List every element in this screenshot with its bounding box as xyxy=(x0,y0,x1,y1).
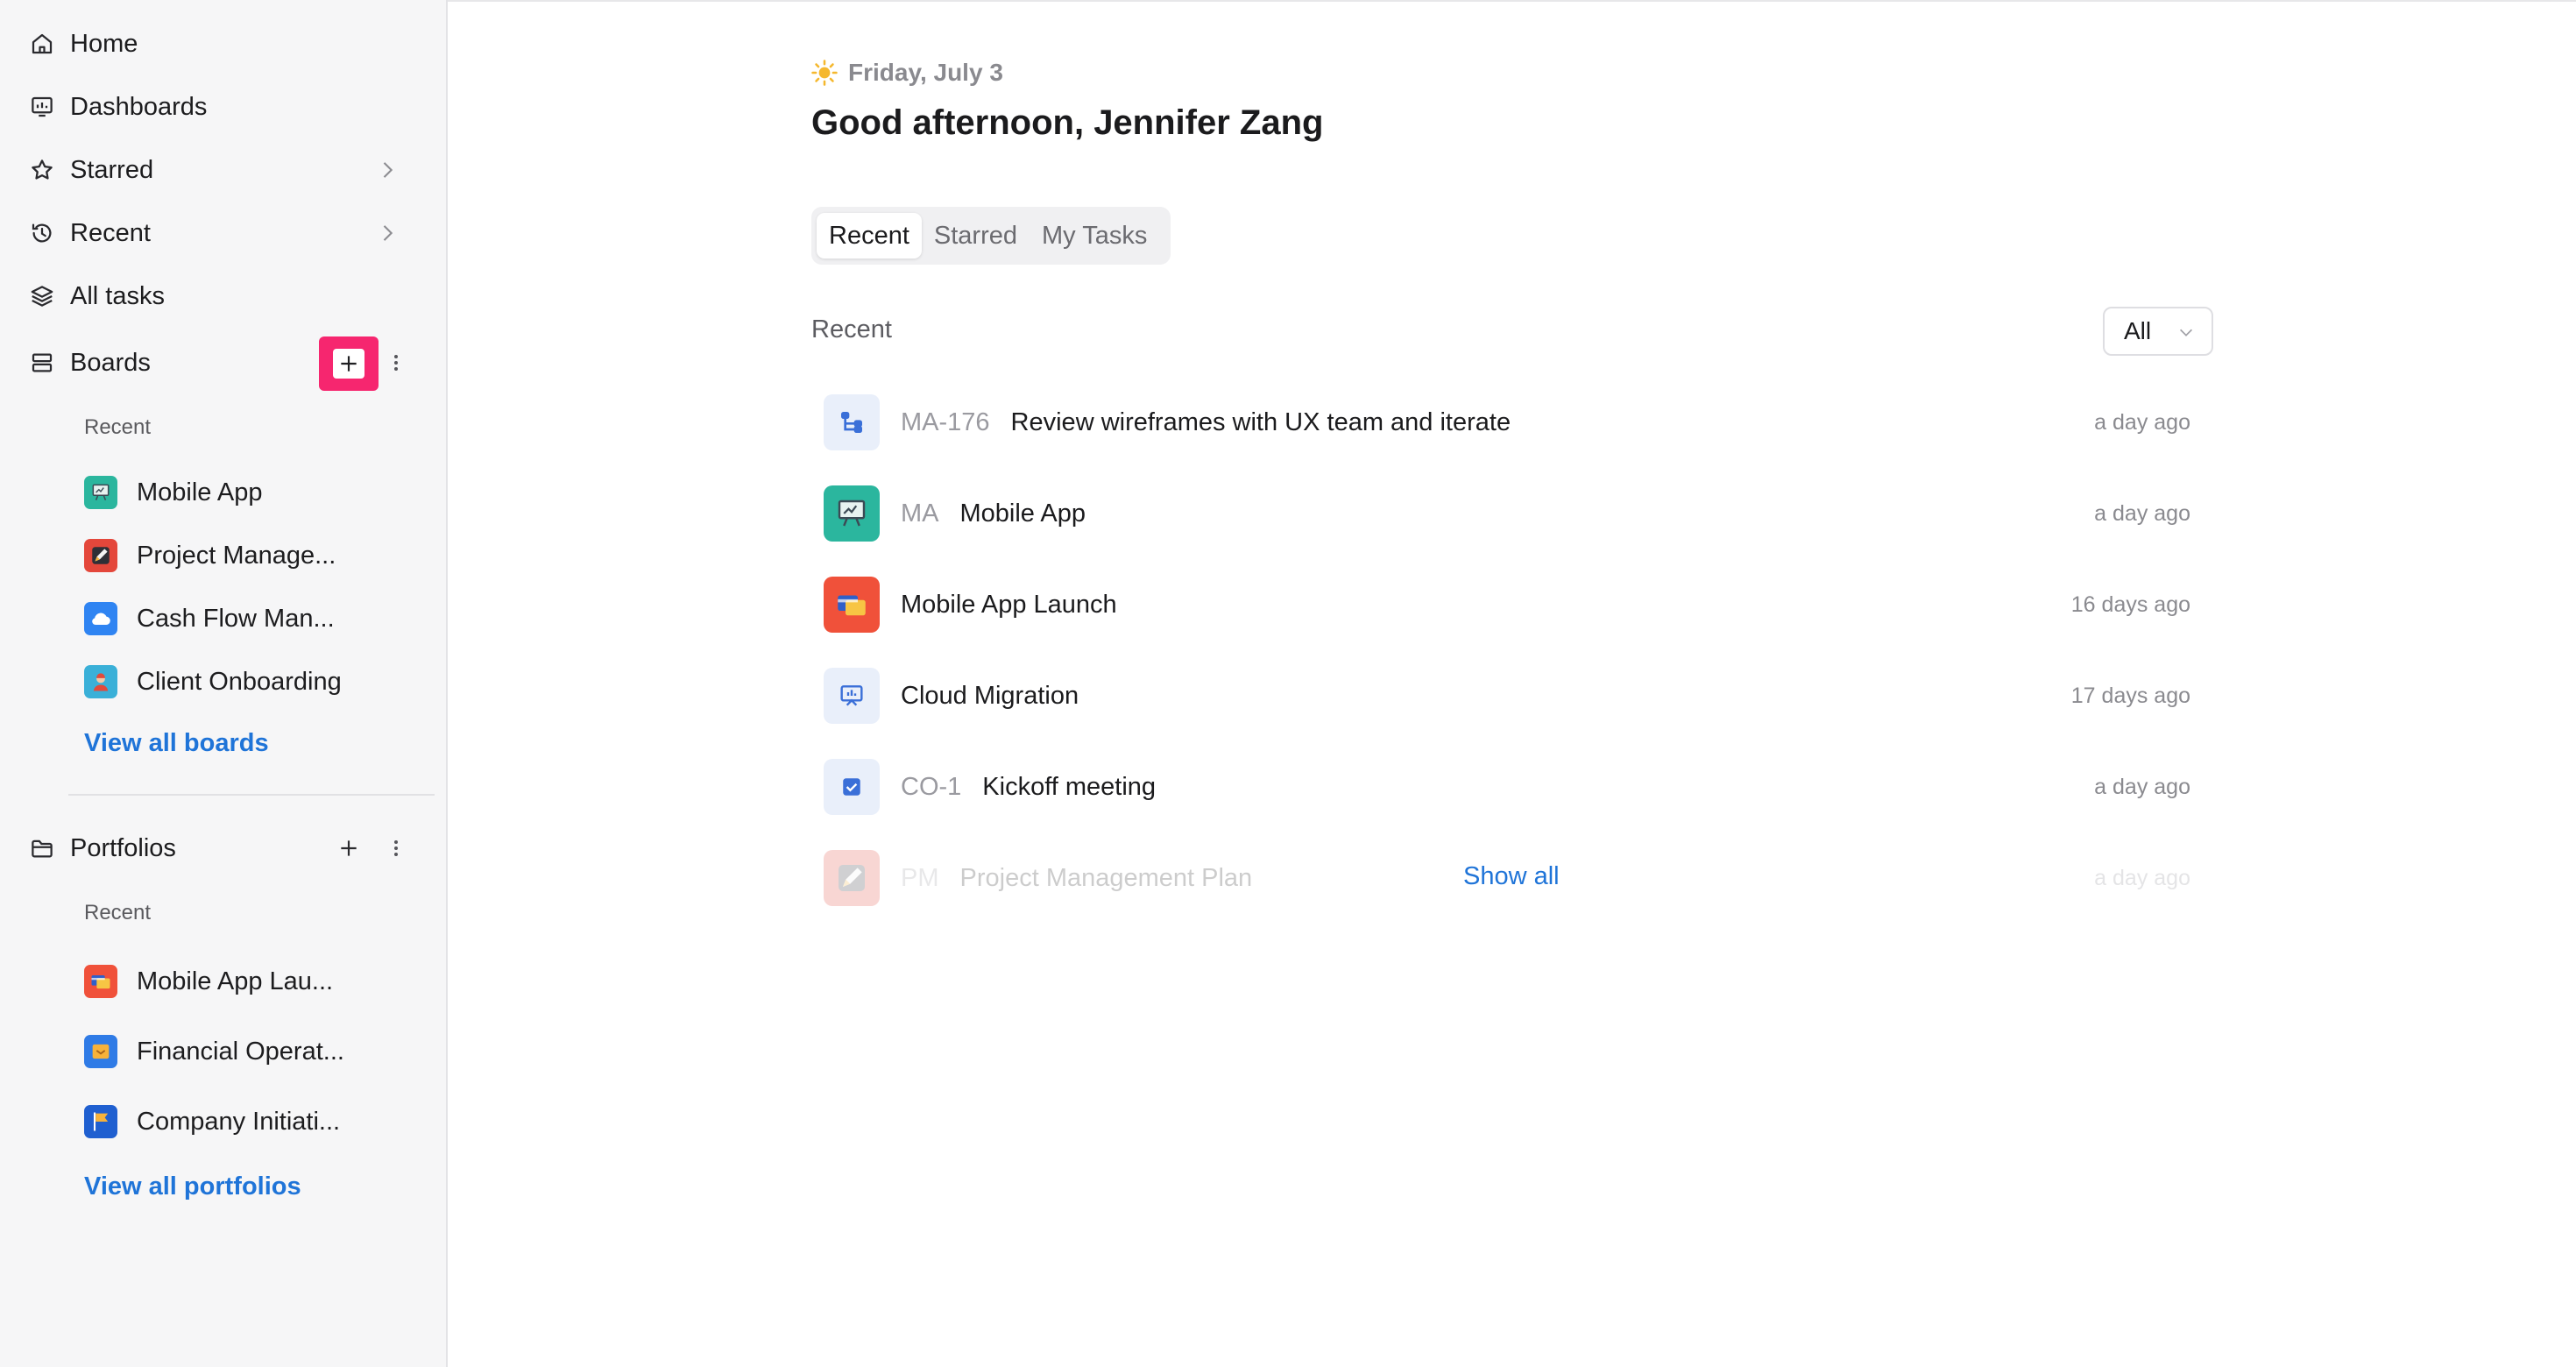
history-icon xyxy=(26,217,58,249)
tab-bar: Recent Starred My Tasks xyxy=(811,207,1171,265)
item-title: Kickoff meeting xyxy=(982,772,1157,801)
checkbox-icon xyxy=(824,759,880,815)
boards-label: Boards xyxy=(70,348,151,377)
app-root: Home Dashboards Starred Recent All tasks… xyxy=(0,0,2576,1367)
board-item-label: Project Manage... xyxy=(137,541,336,570)
boards-recent-label: Recent xyxy=(84,415,152,439)
portfolio-item-company-initiatives[interactable]: Company Initiati... xyxy=(84,1097,382,1146)
top-border xyxy=(447,0,2576,2)
item-time: 17 days ago xyxy=(2070,683,2190,708)
item-time: a day ago xyxy=(2094,409,2190,435)
portfolio-item-label: Mobile App Lau... xyxy=(137,967,334,995)
sidebar-item-label: Home xyxy=(70,29,138,58)
chevron-right-icon[interactable] xyxy=(375,221,400,245)
recent-item-row[interactable]: Mobile App Launch 16 days ago xyxy=(824,570,2199,640)
view-all-boards-link[interactable]: View all boards xyxy=(84,729,269,758)
sidebar-item-label: Recent xyxy=(70,218,151,247)
item-key: PM xyxy=(901,863,939,892)
cloud-icon xyxy=(84,602,117,635)
tab-recent[interactable]: Recent xyxy=(817,213,922,259)
layers-icon xyxy=(26,280,58,312)
item-time: a day ago xyxy=(2094,774,2190,799)
recent-item-row[interactable]: MA Mobile App a day ago xyxy=(824,478,2199,549)
tab-starred[interactable]: Starred xyxy=(922,213,1030,259)
folder-icon xyxy=(26,832,58,864)
date-text: Friday, July 3 xyxy=(848,59,1003,86)
item-title: Review wireframes with UX team and itera… xyxy=(1010,407,1511,436)
board-item-client-onboarding[interactable]: Client Onboarding xyxy=(84,657,382,706)
sidebar-section-portfolios[interactable]: Portfolios xyxy=(26,824,315,873)
recent-heading: Recent xyxy=(811,315,892,344)
sidebar-item-label: All tasks xyxy=(70,281,165,310)
filter-value: All xyxy=(2124,317,2152,344)
item-key: CO-1 xyxy=(901,772,962,801)
easel-icon xyxy=(824,485,880,542)
portfolio-item-label: Financial Operat... xyxy=(137,1037,344,1066)
presentation-icon xyxy=(824,668,880,724)
item-title: Mobile App Launch xyxy=(901,590,1117,619)
board-item-mobile-app[interactable]: Mobile App xyxy=(84,468,382,517)
sidebar-divider xyxy=(68,794,435,796)
item-time: a day ago xyxy=(2094,500,2190,526)
portfolio-item-mobile-app-launch[interactable]: Mobile App Lau... xyxy=(84,957,382,1006)
board-item-label: Cash Flow Man... xyxy=(137,604,335,633)
money-icon xyxy=(84,1035,117,1068)
subtask-icon xyxy=(824,394,880,450)
sidebar-item-recent[interactable]: Recent xyxy=(26,209,421,258)
dashboard-icon xyxy=(26,91,58,123)
view-all-portfolios-link[interactable]: View all portfolios xyxy=(84,1172,301,1201)
chevron-right-icon[interactable] xyxy=(375,158,400,182)
item-key: MA-176 xyxy=(901,407,990,436)
recent-item-row[interactable]: MA-176 Review wireframes with UX team an… xyxy=(824,387,2199,457)
plus-icon xyxy=(333,349,364,379)
board-item-label: Mobile App xyxy=(137,478,263,506)
date-row: Friday, July 3 xyxy=(810,58,1003,88)
sidebar-item-label: Dashboards xyxy=(70,92,208,121)
tab-my-tasks[interactable]: My Tasks xyxy=(1030,213,1159,259)
sidebar-item-label: Starred xyxy=(70,155,154,184)
sun-icon xyxy=(811,60,838,86)
show-all-button[interactable]: Show all xyxy=(1463,862,1560,891)
item-title: Cloud Migration xyxy=(901,681,1079,710)
sidebar-section-boards[interactable]: Boards xyxy=(26,338,315,387)
portfolios-more-icon[interactable] xyxy=(379,831,414,866)
sidebar-item-dashboards[interactable]: Dashboards xyxy=(26,82,421,131)
recent-item-row[interactable]: Cloud Migration 17 days ago xyxy=(824,661,2199,731)
portfolios-recent-label: Recent xyxy=(84,901,152,924)
pen-icon xyxy=(824,850,880,906)
filter-dropdown[interactable]: All xyxy=(2103,307,2213,356)
plus-icon xyxy=(341,840,357,856)
person-icon xyxy=(84,665,117,698)
page-title: Good afternoon, Jennifer Zang xyxy=(811,103,1324,142)
sidebar-item-home[interactable]: Home xyxy=(26,19,421,68)
pen-icon xyxy=(84,539,117,572)
add-board-button[interactable] xyxy=(319,336,379,391)
sidebar-item-all-tasks[interactable]: All tasks xyxy=(26,272,421,321)
chevron-down-icon xyxy=(2179,329,2193,336)
flag-icon xyxy=(84,1105,117,1138)
add-portfolio-button[interactable] xyxy=(331,831,366,866)
home-icon xyxy=(26,28,58,60)
star-icon xyxy=(26,154,58,186)
sidebar-item-starred[interactable]: Starred xyxy=(26,145,421,195)
boards-more-icon[interactable] xyxy=(379,345,414,380)
cards-icon xyxy=(84,965,117,998)
item-key: MA xyxy=(901,499,939,528)
sidebar: Home Dashboards Starred Recent All tasks… xyxy=(0,0,448,1367)
boards-icon xyxy=(26,347,58,379)
board-item-label: Client Onboarding xyxy=(137,667,342,696)
item-time: 16 days ago xyxy=(2070,591,2190,617)
item-title: Mobile App xyxy=(959,499,1086,528)
portfolio-item-financial-operations[interactable]: Financial Operat... xyxy=(84,1027,382,1076)
portfolios-label: Portfolios xyxy=(70,833,176,862)
item-time: a day ago xyxy=(2094,865,2190,890)
board-item-project-management[interactable]: Project Manage... xyxy=(84,531,382,580)
recent-item-row[interactable]: CO-1 Kickoff meeting a day ago xyxy=(824,752,2199,822)
cards-icon xyxy=(824,577,880,633)
portfolio-item-label: Company Initiati... xyxy=(137,1107,341,1136)
easel-icon xyxy=(84,476,117,509)
item-title: Project Management Plan xyxy=(959,863,1253,892)
board-item-cash-flow[interactable]: Cash Flow Man... xyxy=(84,594,382,643)
